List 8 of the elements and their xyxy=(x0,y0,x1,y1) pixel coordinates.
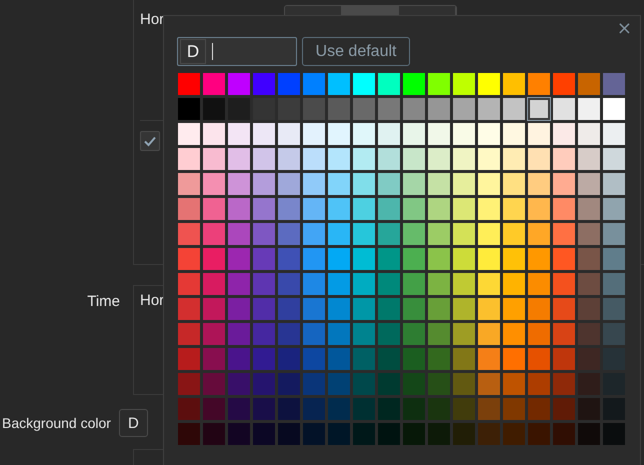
position-label: Hor xyxy=(139,291,166,309)
color-input-field[interactable]: D xyxy=(177,37,297,66)
background-color-label: Background color xyxy=(2,415,112,431)
time-label: Time xyxy=(86,292,121,312)
prefix-label: D xyxy=(180,39,206,64)
color-button[interactable]: D xyxy=(118,409,148,437)
use-default-button[interactable]: Use default xyxy=(302,37,410,66)
position-label: Hor xyxy=(139,10,166,28)
